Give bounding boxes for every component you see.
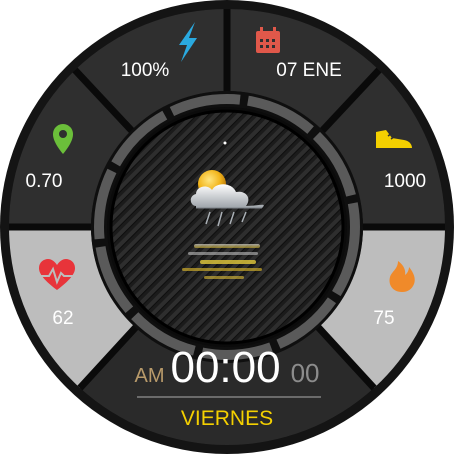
ampm-indicator: AM xyxy=(134,365,165,387)
distance-value: 0.70 xyxy=(25,171,63,192)
heart-rate-value: 62 xyxy=(52,308,74,329)
clock-divider xyxy=(137,396,321,398)
battery-value: 100% xyxy=(120,60,170,81)
clock-row: AM 00:00 00 xyxy=(134,343,319,393)
day-of-week: VIERNES xyxy=(180,407,274,430)
steps-value: 1000 xyxy=(383,171,427,192)
clock-seconds: 00 xyxy=(290,358,320,388)
calories-value: 75 xyxy=(373,308,395,329)
clock-time: 00:00 xyxy=(170,343,281,392)
date-value: 07 ENE xyxy=(276,60,342,81)
watch-face: 100% 07 ENE 0.70 1000 62 75 AM 00:00 00 … xyxy=(0,0,454,454)
